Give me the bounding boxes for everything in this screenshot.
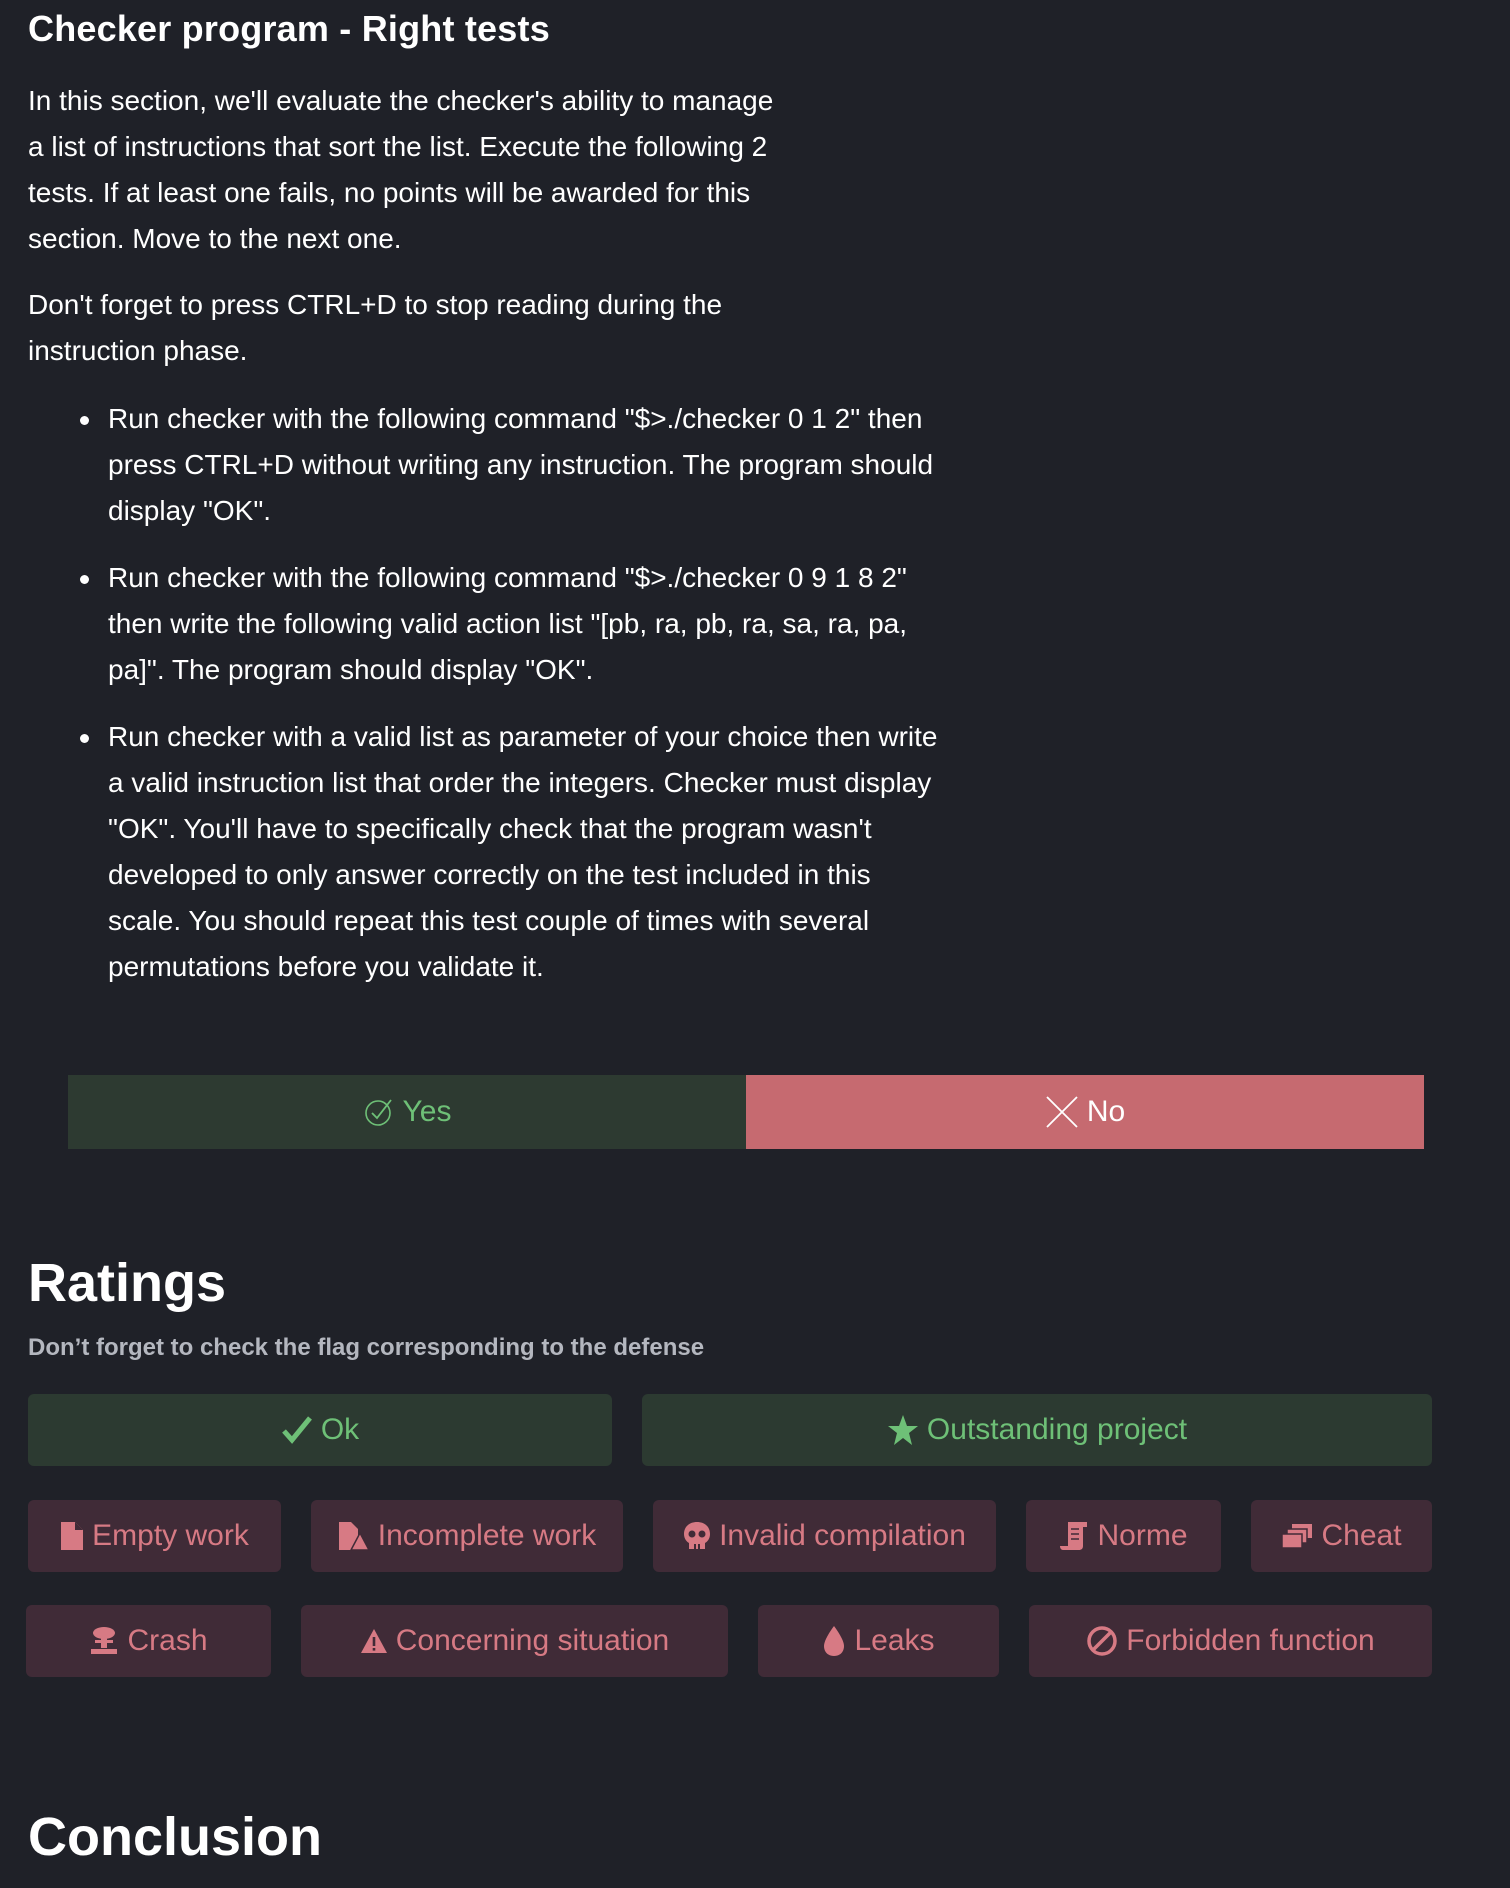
test-item: Run checker with the following command "… <box>70 555 950 693</box>
conclusion-title: Conclusion <box>28 1807 322 1867</box>
flag-label: Concerning situation <box>395 1624 670 1657</box>
flag-empty-work-button[interactable]: Empty work <box>28 1500 281 1572</box>
bullet-dot <box>80 734 89 743</box>
flag-label: Ok <box>320 1413 360 1446</box>
flag-outstanding-button[interactable]: Outstanding project <box>642 1394 1432 1466</box>
flag-label: Forbidden function <box>1126 1624 1375 1657</box>
flag-label: Incomplete work <box>377 1519 597 1552</box>
test-item-text: Run checker with the following command "… <box>108 403 934 526</box>
scroll-icon <box>1059 1521 1089 1551</box>
section-description: In this section, we'll evaluate the chec… <box>28 85 774 254</box>
test-item: Run checker with a valid list as paramet… <box>70 714 950 990</box>
test-item-text: Run checker with a valid list as paramet… <box>108 721 938 982</box>
yes-no-toggle: Yes No <box>68 1075 1424 1149</box>
copy-icon <box>1281 1523 1313 1549</box>
skull-icon <box>683 1521 711 1551</box>
yes-label: Yes <box>402 1095 452 1128</box>
flag-label: Empty work <box>92 1519 249 1552</box>
flag-incomplete-work-button[interactable]: Incomplete work <box>311 1500 623 1572</box>
drop-icon <box>822 1625 846 1657</box>
forbidden-icon <box>1086 1625 1118 1657</box>
star-icon <box>887 1414 919 1446</box>
bullet-dot <box>80 416 89 425</box>
flag-leaks-button[interactable]: Leaks <box>758 1605 999 1677</box>
test-item: Run checker with the following command "… <box>70 396 950 534</box>
flag-label: Norme <box>1097 1519 1188 1552</box>
section-note: Don't forget to press CTRL+D to stop rea… <box>28 289 723 366</box>
flag-crash-button[interactable]: Crash <box>26 1605 271 1677</box>
ratings-subtitle: Don’t forget to check the flag correspon… <box>28 1334 705 1361</box>
file-warning-icon <box>338 1521 370 1551</box>
evaluation-page: Checker program - Right tests In this se… <box>0 0 1510 1888</box>
flag-label: Cheat <box>1321 1519 1402 1552</box>
file-icon <box>60 1521 84 1551</box>
section-title: Checker program - Right tests <box>28 8 550 49</box>
flag-label: Invalid compilation <box>719 1519 966 1552</box>
flag-invalid-compilation-button[interactable]: Invalid compilation <box>653 1500 996 1572</box>
flag-concerning-situation-button[interactable]: Concerning situation <box>301 1605 728 1677</box>
flag-label: Outstanding project <box>926 1413 1188 1446</box>
flag-forbidden-function-button[interactable]: Forbidden function <box>1029 1605 1432 1677</box>
check-circle-icon <box>364 1099 392 1126</box>
flag-ok-button[interactable]: Ok <box>28 1394 612 1466</box>
ratings-title: Ratings <box>28 1253 227 1313</box>
warning-icon <box>360 1628 388 1654</box>
close-icon <box>1046 1096 1078 1128</box>
yes-button[interactable]: Yes <box>68 1075 746 1149</box>
flag-label: Crash <box>127 1624 208 1657</box>
explosion-icon <box>89 1626 119 1656</box>
test-list: Run checker with the following command "… <box>70 396 950 1011</box>
no-button[interactable]: No <box>746 1075 1424 1149</box>
flag-label: Leaks <box>854 1624 935 1657</box>
check-icon <box>281 1415 313 1445</box>
test-item-text: Run checker with the following command "… <box>108 562 908 685</box>
flag-cheat-button[interactable]: Cheat <box>1251 1500 1432 1572</box>
flag-norme-button[interactable]: Norme <box>1026 1500 1221 1572</box>
no-label: No <box>1086 1095 1126 1128</box>
bullet-dot <box>80 575 89 584</box>
